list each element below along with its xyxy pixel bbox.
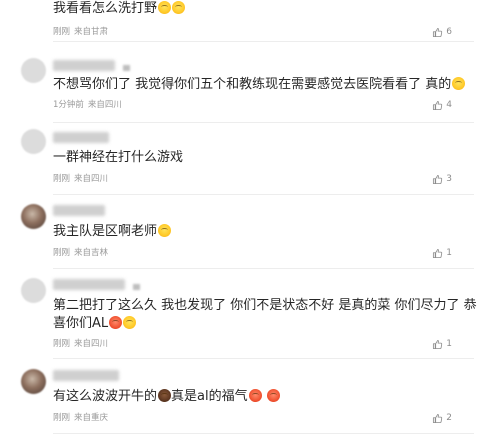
- comment-feed: 我看看怎么洗打野 刚刚 来自甘肃 6 不想骂你们了 我觉得你们五个和教练现在需要感…: [0, 0, 500, 440]
- divider: [53, 41, 474, 42]
- divider: [53, 268, 474, 269]
- divider: [53, 433, 474, 434]
- thumbs-up-icon: [433, 339, 443, 349]
- comment-meta: 刚刚 来自重庆: [53, 412, 108, 424]
- comment-meta: 刚刚 来自吉林: [53, 247, 108, 259]
- comment-location: 来自四川: [74, 174, 109, 184]
- grin-emoji: [158, 1, 172, 14]
- avatar[interactable]: [21, 204, 46, 229]
- comment-item: 不想骂你们了 我觉得你们五个和教练现在需要感觉去医院看看了 真的 1分钟前 来自四…: [0, 56, 500, 123]
- avatar[interactable]: [21, 129, 46, 154]
- comment-text-content: 真是al的福气: [171, 389, 248, 404]
- comment-text-content: 我主队是区啊老师: [53, 224, 158, 239]
- comment-item: 我看看怎么洗打野 刚刚 来自甘肃 6: [0, 0, 500, 46]
- heart-eyes-emoji: [248, 389, 262, 402]
- comment-item: 一群神经在打什么游戏 刚刚 来自四川 3: [0, 128, 500, 195]
- sweat-smile-emoji: [158, 224, 172, 237]
- grin-emoji: [123, 316, 137, 329]
- like-count: 3: [446, 174, 452, 184]
- username-blurred[interactable]: [53, 205, 105, 216]
- like-button[interactable]: 1: [432, 247, 452, 259]
- like-button[interactable]: 2: [432, 412, 452, 424]
- comment-text: 有这么波波开牛的 真是al的福气: [53, 388, 478, 406]
- like-count: 1: [446, 248, 452, 258]
- username-blurred[interactable]: [53, 279, 125, 290]
- comment-time: 刚刚: [53, 174, 71, 184]
- comment-text: 一群神经在打什么游戏: [53, 149, 478, 167]
- grin-emoji: [172, 1, 186, 14]
- comment-text: 第二把打了这么久 我也发现了 你们不是状态不好 是真的菜 你们尽力了 恭喜你们A…: [53, 297, 478, 333]
- comment-time: 刚刚: [53, 27, 71, 37]
- comment-item: 第二把打了这么久 我也发现了 你们不是状态不好 是真的菜 你们尽力了 恭喜你们A…: [0, 275, 500, 359]
- divider: [53, 122, 474, 123]
- comment-text: 不想骂你们了 我觉得你们五个和教练现在需要感觉去医院看看了 真的: [53, 76, 478, 94]
- thumbs-up-icon: [433, 248, 443, 258]
- comment-meta: 1分钟前 来自四川: [53, 99, 122, 111]
- comment-time: 刚刚: [53, 248, 71, 258]
- comment-meta: 刚刚 来自四川: [53, 173, 108, 185]
- comment-text-content: 我看看怎么洗打野: [53, 1, 158, 16]
- like-count: 6: [446, 27, 452, 37]
- comment-text: 我主队是区啊老师: [53, 223, 478, 241]
- username-blurred[interactable]: [53, 132, 109, 143]
- thumbs-up-icon: [433, 413, 443, 423]
- comment-item: 有这么波波开牛的 真是al的福气 刚刚 来自重庆 2: [0, 366, 500, 440]
- username-blurred[interactable]: [53, 60, 115, 71]
- comment-location: 来自重庆: [74, 413, 109, 423]
- comment-meta: 刚刚 来自四川: [53, 338, 108, 350]
- comment-item: 我主队是区啊老师 刚刚 来自吉林 1: [0, 201, 500, 269]
- comment-text-content: 不想骂你们了 我觉得你们五个和教练现在需要感觉去医院看看了 真的: [53, 77, 452, 92]
- comment-meta: 刚刚 来自甘肃: [53, 26, 108, 38]
- tongue-emoji: [452, 77, 466, 90]
- poop-emoji: [158, 389, 172, 402]
- like-count: 1: [446, 339, 452, 349]
- username-blurred[interactable]: [53, 370, 119, 381]
- comment-location: 来自四川: [87, 100, 122, 110]
- divider: [53, 194, 474, 195]
- comment-time: 刚刚: [53, 413, 71, 423]
- avatar[interactable]: [21, 278, 46, 303]
- avatar[interactable]: [21, 369, 46, 394]
- user-badge-icon: [123, 65, 130, 71]
- heart-eyes-emoji: [266, 389, 280, 402]
- like-button[interactable]: 1: [432, 338, 452, 350]
- user-badge-icon: [133, 284, 140, 290]
- comment-text-content: 一群神经在打什么游戏: [53, 150, 184, 165]
- like-button[interactable]: 6: [432, 26, 452, 38]
- comment-location: 来自四川: [74, 339, 109, 349]
- thumbs-up-icon: [433, 174, 443, 184]
- comment-location: 来自吉林: [74, 248, 109, 258]
- like-count: 4: [446, 100, 452, 110]
- like-button[interactable]: 3: [432, 173, 452, 185]
- comment-time: 刚刚: [53, 339, 71, 349]
- thumbs-up-icon: [433, 100, 443, 110]
- like-count: 2: [446, 413, 452, 423]
- thumbs-up-icon: [433, 27, 443, 37]
- comment-time: 1分钟前: [53, 100, 84, 110]
- avatar[interactable]: [21, 58, 46, 83]
- divider: [53, 358, 474, 359]
- like-button[interactable]: 4: [432, 99, 452, 111]
- comment-text-content: 有这么波波开牛的: [53, 389, 158, 404]
- kiss-emoji: [109, 316, 123, 329]
- comment-location: 来自甘肃: [74, 27, 109, 37]
- comment-text: 我看看怎么洗打野: [53, 0, 478, 18]
